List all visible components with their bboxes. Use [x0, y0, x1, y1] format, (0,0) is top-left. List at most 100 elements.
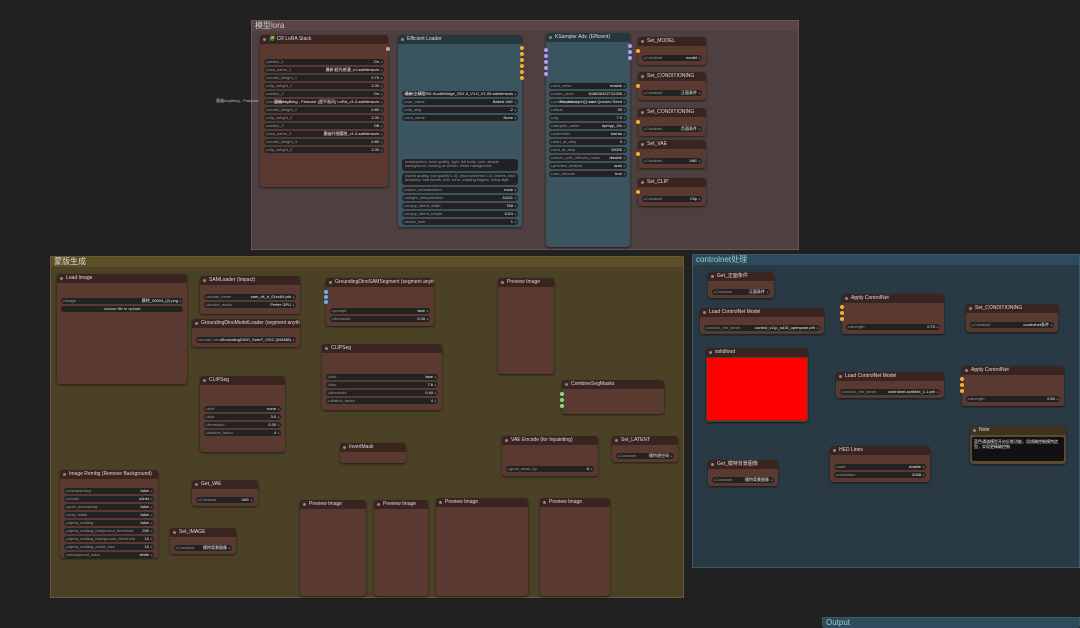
field-cfg[interactable]: cfg 7.0 [549, 115, 627, 121]
solidfood-node[interactable]: solidfood [706, 348, 808, 422]
setter-node-1[interactable]: Set_MODEL Constant model [636, 37, 706, 65]
connection-slot[interactable] [636, 49, 640, 53]
clipseg-node-2[interactable]: CLIPSeg text none blur 3.0 threshold 0.30 dila… [200, 376, 285, 452]
constant-field[interactable]: Constant controlnet条件 [970, 322, 1054, 328]
note-node[interactable]: Note 蓝色通道模型开启反推功能，用线稿控制模特造型，实现更精确控制 [970, 426, 1066, 464]
preview-node-3[interactable]: Preview Image [436, 498, 528, 596]
field-token-normalization[interactable]: token_normalization none [402, 187, 518, 193]
connection-slot[interactable] [628, 56, 632, 60]
connection-slot[interactable] [324, 295, 328, 299]
image-select[interactable]: image 模特_00004_(2).png [61, 298, 183, 304]
field-transparency[interactable]: transparency false [64, 488, 154, 494]
field-lora-name[interactable]: lora_name None [402, 115, 518, 121]
field-vae-name[interactable]: vae_name Baked VAE [402, 99, 518, 105]
field-steps[interactable]: steps 30 [549, 107, 627, 113]
field-text[interactable]: text face [326, 374, 438, 380]
upload-button[interactable]: choose file to upload [61, 306, 183, 312]
load-controlnet-node-1[interactable]: Load ControlNet Model control_net_nameco… [700, 308, 824, 334]
connection-slot[interactable] [544, 54, 548, 58]
connection-slot[interactable] [960, 377, 964, 381]
apply-controlnet-node-2[interactable]: Apply ControlNet strength 0.50 [960, 366, 1064, 406]
field-model[interactable]: model u2net [64, 496, 154, 502]
constant-field[interactable]: Constant 模特背景图像 [174, 545, 232, 551]
field-device-mode[interactable]: device_mode Prefer GPU [204, 302, 296, 308]
connection-slot[interactable] [544, 48, 548, 52]
field-end-at-step[interactable]: end_at_step 10000 [549, 147, 627, 153]
invert-mask-node[interactable]: InvertMask [340, 443, 406, 463]
get-positive-node[interactable]: Get_正面条件 Constant 正面条件 [708, 272, 774, 298]
connection-slot[interactable] [520, 64, 524, 68]
dino-sam-node[interactable]: GroundingDinoSAMSegment (segment anythin… [324, 278, 434, 326]
field-ckpt-name[interactable]: ckpt_name最新!主模型SD-SouthBridge_SD1.5_V1.0… [402, 91, 518, 97]
setter-node-4[interactable]: Set_VAE Constant VAE [636, 140, 706, 168]
field-empty-latent-width[interactable]: empty_latent_width 768 [402, 203, 518, 209]
field-control-net-name[interactable]: control_net_name controlnet-scribble_1.1.… [840, 389, 940, 395]
preview-node-1[interactable]: Preview Image [300, 500, 366, 596]
field-clip-weight-2[interactable]: clip_weight_2 1.00 [264, 115, 384, 121]
connection-slot[interactable] [544, 72, 548, 76]
group-output[interactable]: Output [822, 617, 1080, 628]
preview-node-4[interactable]: Preview Image [540, 498, 610, 596]
field-dilation-factor[interactable]: dilation_factor 4 [204, 430, 281, 436]
field-alpha-matting-background-threshold[interactable]: alpha_matting_background_threshold 10 [64, 536, 154, 542]
field-threshold[interactable]: threshold 0.30 [330, 316, 430, 322]
connection-slot[interactable] [960, 389, 964, 393]
constant-field[interactable]: Constant 模特潜空间 [616, 453, 674, 459]
sam-loader-node[interactable]: SAMLoader (Impact) model_name sam_vit_b_0… [200, 276, 300, 314]
clipseg-node-1[interactable]: CLIPSeg text face blur 7.6 threshold 0.40 dila… [322, 344, 442, 410]
field-sampler-name[interactable]: sampler_name dpmpp_2m [549, 123, 627, 129]
connection-slot[interactable] [544, 60, 548, 64]
set-image-node[interactable]: Set_IMAGE Constant 模特背景图像 [170, 528, 236, 554]
get-vae-node[interactable]: Get_VAE Constant VAE [192, 480, 258, 506]
field-grow-mask-by[interactable]: grow_mask_by 6 [506, 466, 594, 472]
connection-slot[interactable] [560, 392, 564, 396]
setter-node-2[interactable]: Set_CONDITIONING Constant 正面条件 [636, 72, 706, 100]
field-strength[interactable]: strength 0.50 [966, 396, 1060, 402]
ksampler-node[interactable]: KSampler Adv. (Efficient) add_noise enabl… [544, 33, 632, 247]
rembg-node[interactable]: Image Rembg (Remove Background) transpar… [60, 470, 158, 558]
field-switch-1[interactable]: switch_1 On [264, 59, 384, 65]
connection-slot[interactable] [840, 305, 844, 309]
constant-field[interactable]: Constant Clip [642, 196, 702, 202]
setter-node-5[interactable]: Set_CLIP Constant Clip [636, 178, 706, 206]
connection-slot[interactable] [960, 383, 964, 387]
constant-field[interactable]: Constant 正面条件 [642, 90, 702, 96]
field-add-noise[interactable]: add_noise enable [549, 83, 627, 89]
connection-slot[interactable] [560, 398, 564, 402]
connection-slot[interactable] [636, 152, 640, 156]
connection-slot[interactable] [520, 52, 524, 56]
efficient-loader-node[interactable]: Efficient Loader masterpiece, best quali… [398, 35, 524, 227]
setter-node-3[interactable]: Set_CONDITIONING Constant 负面条件 [636, 108, 706, 136]
field-blur[interactable]: blur 7.6 [326, 382, 438, 388]
constant-field[interactable]: Constant model [642, 55, 702, 61]
field-return-with-leftover-noise[interactable]: return_with_leftover_noise disable [549, 155, 627, 161]
field-control-after-generate[interactable]: control_after_generateRandomize / ◯ Last… [549, 99, 627, 105]
field-dilation-factor[interactable]: dilation_factor 4 [326, 398, 438, 404]
field-clip-weight-3[interactable]: clip_weight_3 1.00 [264, 147, 384, 153]
field-batch-size[interactable]: batch_size 1 [402, 219, 518, 225]
note-text[interactable]: 蓝色通道模型开启反推功能，用线稿控制模特造型，实现更精确控制 [972, 437, 1064, 461]
field-noise-seed[interactable]: noise_seed 818836322712336 [549, 91, 627, 97]
field-switch-3[interactable]: switch_3 Off [264, 123, 384, 129]
connection-slot[interactable] [324, 300, 328, 304]
field-start-at-step[interactable]: start_at_step 0 [549, 139, 627, 145]
connection-slot[interactable] [520, 46, 524, 50]
field-model-name[interactable]: model_nameGroundingDINO_SwinT_OGC (694MB… [196, 337, 296, 343]
load-image-node[interactable]: Load Image image 模特_00004_(2).png choose … [57, 274, 187, 384]
field-post-processing[interactable]: post_processing false [64, 504, 154, 510]
field-alpha-matting[interactable]: alpha_matting false [64, 520, 154, 526]
combine-masks-node[interactable]: CombineSegMasks [560, 380, 664, 414]
connection-slot[interactable] [636, 120, 640, 124]
field-vae-decode[interactable]: vae_decode true [549, 171, 627, 177]
connection-slot[interactable] [544, 66, 548, 70]
connection-slot[interactable] [560, 404, 564, 408]
field-model-name[interactable]: model_name sam_vit_b_01ec64.pth [204, 294, 296, 300]
field-alpha-matting-erode-size[interactable]: alpha_matting_erode_size 10 [64, 544, 154, 550]
positive-prompt[interactable]: masterpiece, best quality, 1girl, full b… [402, 159, 518, 171]
set-latent-node[interactable]: Set_LATENT Constant 模特潜空间 [612, 436, 678, 462]
constant-field[interactable]: Constant VAE [196, 497, 254, 503]
field-weight-interpretation[interactable]: weight_interpretation A1111 [402, 195, 518, 201]
field-lora-name-3[interactable]: lora_name_3 墨幽纤细腰肢_v1.0.safetensors [264, 131, 384, 137]
connection-slot[interactable] [840, 317, 844, 321]
connection-slot[interactable] [636, 84, 640, 88]
